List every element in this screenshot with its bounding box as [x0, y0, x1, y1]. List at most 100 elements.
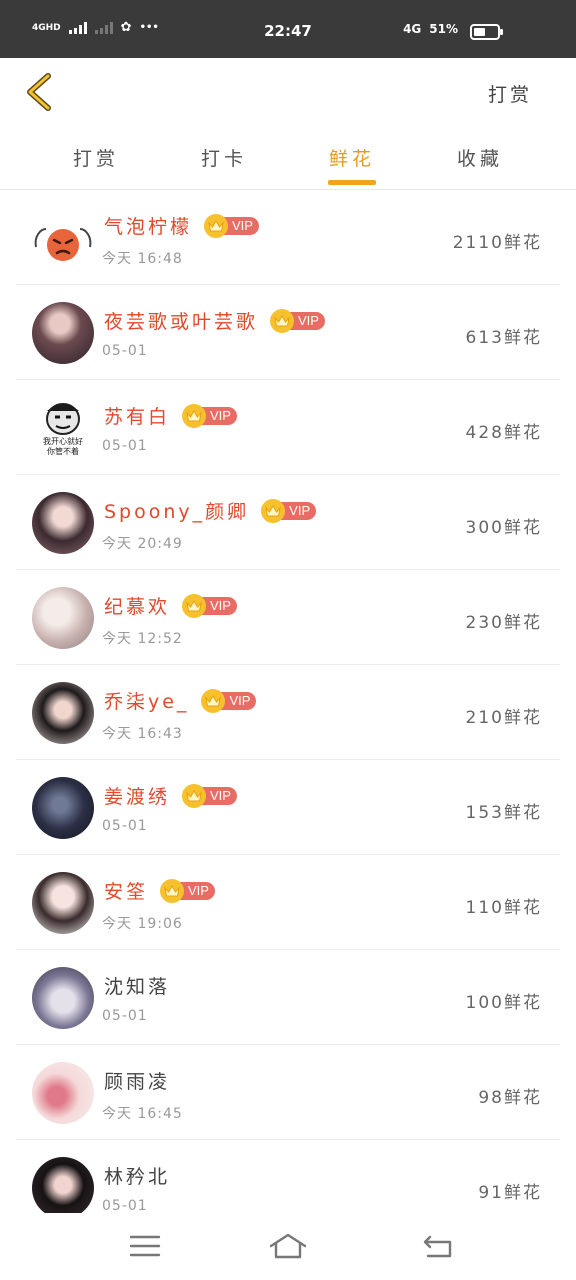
- avatar[interactable]: [32, 302, 94, 364]
- avatar[interactable]: [32, 492, 94, 554]
- list-item[interactable]: Spoony_颜卿 VIP 今天 20:49 300鲜花: [0, 475, 576, 570]
- crown-icon: [204, 213, 229, 238]
- timestamp: 05-01: [102, 818, 148, 834]
- header: 打赏: [0, 58, 576, 128]
- username[interactable]: 气泡柠檬: [104, 212, 192, 239]
- avatar[interactable]: [32, 207, 94, 269]
- username[interactable]: 林矜北: [104, 1162, 170, 1189]
- username[interactable]: 姜渡绣: [104, 782, 170, 809]
- avatar[interactable]: [32, 682, 94, 744]
- list-item[interactable]: 气泡柠檬 VIP 今天 16:48 2110鲜花: [0, 190, 576, 285]
- tab-indicator: [328, 180, 376, 185]
- status-bar: 4GHD ✿ ••• 22:47 4G 51%: [0, 0, 576, 58]
- tab-favorites[interactable]: 收藏: [420, 144, 540, 171]
- timestamp: 今天 19:06: [102, 916, 183, 932]
- flower-count: 153鲜花: [465, 803, 542, 823]
- flower-count: 98鲜花: [478, 1088, 542, 1108]
- list-item[interactable]: 我开心就好 你管不着 苏有白 VIP 05-01 428鲜花: [0, 380, 576, 475]
- username-row: 顾雨凌: [104, 1067, 170, 1094]
- tab-reward[interactable]: 打赏: [36, 144, 156, 171]
- status-right: 4G 51%: [403, 22, 458, 36]
- vip-badge: VIP: [182, 593, 237, 618]
- timestamp: 今天 20:49: [102, 536, 183, 552]
- flower-count: 300鲜花: [465, 518, 542, 538]
- avatar[interactable]: [32, 1157, 94, 1219]
- flower-count: 230鲜花: [465, 613, 542, 633]
- flower-count: 613鲜花: [465, 328, 542, 348]
- tab-flowers[interactable]: 鲜花: [292, 144, 412, 171]
- username[interactable]: 夜芸歌或叶芸歌: [104, 307, 258, 334]
- timestamp: 今天 16:48: [102, 251, 183, 267]
- username-row: 乔柒ye_ VIP: [104, 687, 257, 714]
- timestamp: 今天 12:52: [102, 631, 183, 647]
- flower-count: 110鲜花: [465, 898, 542, 918]
- timestamp: 05-01: [102, 1198, 148, 1214]
- avatar[interactable]: [32, 777, 94, 839]
- vip-badge: VIP: [201, 688, 257, 713]
- vip-badge: VIP: [182, 403, 237, 428]
- username[interactable]: 沈知落: [104, 972, 170, 999]
- crown-icon: [182, 783, 207, 808]
- meme-caption-1: 我开心就好: [43, 437, 83, 446]
- angry-face-icon: [34, 228, 92, 261]
- avatar[interactable]: [32, 587, 94, 649]
- list-item[interactable]: 姜渡绣 VIP 05-01 153鲜花: [0, 760, 576, 855]
- battery-percent: 51%: [429, 22, 458, 36]
- username-row: Spoony_颜卿 VIP: [104, 497, 317, 524]
- vip-badge: VIP: [160, 878, 215, 903]
- timestamp: 05-01: [102, 438, 148, 454]
- username[interactable]: 乔柒ye_: [104, 687, 189, 714]
- username-row: 姜渡绣 VIP: [104, 782, 237, 809]
- list-item[interactable]: 乔柒ye_ VIP 今天 16:43 210鲜花: [0, 665, 576, 760]
- username[interactable]: 顾雨凌: [104, 1067, 170, 1094]
- vip-badge: VIP: [270, 308, 325, 333]
- flower-count: 91鲜花: [478, 1183, 542, 1203]
- username[interactable]: 安筌: [104, 877, 148, 904]
- timestamp: 05-01: [102, 1008, 148, 1024]
- vip-badge: VIP: [182, 783, 237, 808]
- flower-count: 210鲜花: [465, 708, 542, 728]
- timestamp: 今天 16:45: [102, 1106, 183, 1122]
- network2-label: 4G: [403, 22, 422, 36]
- username-row: 苏有白 VIP: [104, 402, 237, 429]
- crown-icon: [201, 688, 226, 713]
- crown-icon: [261, 498, 286, 523]
- list-item[interactable]: 顾雨凌今天 16:45 98鲜花: [0, 1045, 576, 1140]
- vip-badge: VIP: [204, 213, 259, 238]
- username-row: 林矜北: [104, 1162, 170, 1189]
- avatar[interactable]: [32, 872, 94, 934]
- flower-ranking-list: 气泡柠檬 VIP 今天 16:48 2110鲜花夜芸歌或叶芸歌 VIP 05-01 613鲜…: [0, 190, 576, 1235]
- battery-icon: [470, 24, 503, 40]
- crown-icon: [160, 878, 185, 903]
- list-item[interactable]: 安筌 VIP 今天 19:06 110鲜花: [0, 855, 576, 950]
- username-row: 安筌 VIP: [104, 877, 215, 904]
- chevron-left-icon[interactable]: [22, 72, 58, 112]
- meme-caption-2: 你管不着: [47, 447, 79, 456]
- username-row: 夜芸歌或叶芸歌 VIP: [104, 307, 325, 334]
- avatar[interactable]: [32, 967, 94, 1029]
- reward-button[interactable]: 打赏: [488, 80, 532, 107]
- flower-count: 2110鲜花: [452, 233, 542, 253]
- username[interactable]: 纪慕欢: [104, 592, 170, 619]
- list-item[interactable]: 夜芸歌或叶芸歌 VIP 05-01 613鲜花: [0, 285, 576, 380]
- avatar[interactable]: [32, 1062, 94, 1124]
- crown-icon: [182, 593, 207, 618]
- username-row: 气泡柠檬 VIP: [104, 212, 259, 239]
- crown-icon: [182, 403, 207, 428]
- system-nav-bar: [0, 1213, 576, 1280]
- tab-bar: 打赏 打卡 鲜花 收藏: [0, 128, 576, 190]
- username-row: 沈知落: [104, 972, 170, 999]
- menu-icon[interactable]: [125, 1231, 165, 1261]
- flower-count: 428鲜花: [465, 423, 542, 443]
- home-icon[interactable]: [268, 1231, 308, 1261]
- avatar[interactable]: 我开心就好 你管不着: [32, 397, 94, 459]
- timestamp: 05-01: [102, 343, 148, 359]
- username[interactable]: 苏有白: [104, 402, 170, 429]
- list-item[interactable]: 沈知落 05-01 100鲜花: [0, 950, 576, 1045]
- username[interactable]: Spoony_颜卿: [104, 497, 249, 524]
- tab-checkin[interactable]: 打卡: [164, 144, 284, 171]
- back-icon[interactable]: [418, 1231, 458, 1261]
- flower-count: 100鲜花: [465, 993, 542, 1013]
- list-item[interactable]: 纪慕欢 VIP 今天 12:52 230鲜花: [0, 570, 576, 665]
- vip-badge: VIP: [261, 498, 317, 523]
